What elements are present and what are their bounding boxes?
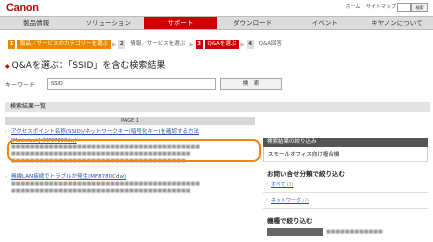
highlight-outline (7, 139, 261, 162)
diamond-bullet-icon: ◆ (5, 63, 10, 70)
model-filter-button[interactable] (267, 228, 323, 236)
category-filter-title: お問い合せ分類で絞り込む (267, 170, 345, 178)
sidebar-scope: スモールオフィス向け複合機 (263, 147, 428, 162)
step-progress: 1 製品／サービスのカテゴリーを選ぶ ▶ 2 情報／サービスを選ぶ ▶ 3 Q&… (8, 40, 287, 49)
keyword-input[interactable]: SSID (47, 78, 216, 90)
step-arrow-icon: ▶ (240, 41, 245, 48)
nav-events[interactable]: イベント (289, 17, 361, 29)
filter-all-link[interactable]: すべて (7) (266, 181, 428, 188)
keyword-label: キーワード (5, 81, 36, 89)
nav-solutions[interactable]: ソリューション (72, 17, 144, 29)
sidebar-header: 検索結果の絞り込み (263, 138, 428, 147)
top-links: ホーム サイトマップ (342, 3, 396, 10)
result-link[interactable]: 無線LAN接続でトラブルが発生(MF8780Cdw) (5, 173, 255, 181)
canon-logo[interactable]: Canon (6, 2, 39, 14)
page-title: ◆ Q&Aを選ぶ：「SSID」を含む検索結果 (5, 61, 166, 71)
filter-sidebar: 検索結果の絞り込み スモールオフィス向け複合機 お問い合せ分類で絞り込む すべて… (263, 138, 428, 236)
page-indicator: PAGE 1 (5, 117, 255, 125)
sitemap-link[interactable]: サイトマップ (366, 4, 396, 10)
step-3: 3 Q&Aを選ぶ ▶ (195, 40, 245, 49)
main-nav: 製品情報 ソリューション サポート ダウンロード イベント キヤノンについて (0, 16, 433, 30)
nav-about[interactable]: キヤノンについて (361, 17, 433, 29)
header-search-input[interactable] (397, 3, 411, 12)
step-arrow-icon: ▶ (189, 41, 194, 48)
header-search-button[interactable]: 検索 (411, 3, 428, 12)
keyword-search-button[interactable]: 検 索 (220, 78, 282, 90)
nav-products[interactable]: 製品情報 (0, 17, 72, 29)
keyword-row: キーワード SSID 検 索 (5, 78, 282, 90)
model-filter-row: ■■■■■■■■■■■■ (267, 228, 428, 236)
step-1[interactable]: 1 製品／サービスのカテゴリーを選ぶ ▶ (8, 40, 116, 49)
model-filter-text: ■■■■■■■■■■■■ (326, 229, 383, 235)
model-filter-title: 機種で絞り込む (267, 217, 313, 225)
nav-download[interactable]: ダウンロード (217, 17, 289, 29)
home-link[interactable]: ホーム (346, 4, 361, 10)
step-4: 4 Q&A回答 (246, 40, 283, 49)
result-item: 無線LAN接続でトラブルが発生(MF8780Cdw) ■■■■■■■■■■■■■… (5, 173, 255, 195)
divider (263, 208, 428, 209)
results-header: 検索結果一覧 (5, 102, 430, 112)
result-description: ■■■■■■■■■■■■■■■■■■■■■■■■■■■■■■■■■■■■■■■■… (11, 181, 200, 194)
step-arrow-icon: ▶ (112, 41, 117, 48)
result-link[interactable]: アクセスポイント名称(SSID)/ネットワークキー(暗号化キー)を確認する方法 (5, 128, 255, 136)
step-2[interactable]: 2 情報／サービスを選ぶ ▶ (118, 40, 194, 49)
filter-network-link[interactable]: ネットワーク (7) (266, 197, 428, 204)
nav-support[interactable]: サポート (144, 17, 217, 29)
divider (263, 192, 428, 193)
